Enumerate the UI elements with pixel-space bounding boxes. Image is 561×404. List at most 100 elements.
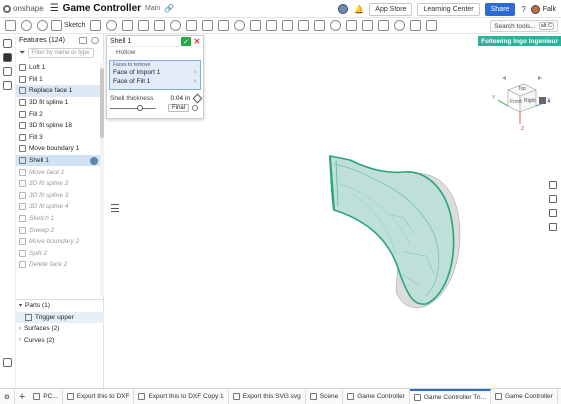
shell-thickness-input[interactable]: 0.04 in [170,95,190,102]
feature-item[interactable]: 3D fit spline 4 [16,201,100,213]
add-custom-feature-icon[interactable] [3,39,12,48]
curves-group[interactable]: › Curves (2) [16,335,104,347]
feature-item[interactable]: Loft 1 [16,62,100,74]
surface-icon[interactable] [378,20,390,31]
feature-item[interactable]: Move boundary 2 [16,236,100,248]
feature-item[interactable]: Delete face 2 [16,259,100,271]
configurations-icon[interactable] [3,67,12,76]
comments-icon[interactable] [3,53,12,62]
feature-list-collapse-icon[interactable] [79,36,87,44]
feature-item[interactable]: Fill 3 [16,132,100,144]
feature-item[interactable]: Move boundary 1 [16,143,100,155]
document-tab[interactable]: Scene [306,389,344,404]
feature-item[interactable]: Sketch 1 [16,213,100,225]
document-tab[interactable]: Export this to DXF [63,389,135,404]
boundary-icon[interactable] [410,20,422,31]
draft-icon[interactable] [202,20,214,31]
thickness-direction-icon[interactable] [192,93,203,104]
feature-filter-input[interactable]: Filter by name or type [28,47,95,58]
branch-label[interactable]: Main [145,5,160,12]
feature-item[interactable]: 3D fit spline 1 [16,97,100,109]
face-item[interactable]: Face of Fill 1 × [113,77,197,86]
document-tab[interactable]: Game Controller Tri... [409,389,492,404]
mirror-icon[interactable] [266,20,278,31]
learning-center-button[interactable]: Learning Center [417,2,480,16]
share-button[interactable]: Share [484,2,516,16]
properties-panel-icon[interactable] [549,195,557,203]
rotate-right-arrow-icon[interactable] [538,76,542,80]
search-tools-input[interactable]: Search tools... alt C [490,20,558,32]
help-circle-icon[interactable] [192,105,199,111]
chamfer-icon[interactable] [186,20,198,31]
measure-icon[interactable] [426,20,438,31]
helix-icon[interactable] [362,20,374,31]
bom-panel-icon[interactable] [549,209,557,217]
document-tab[interactable]: Game Controller [491,389,558,404]
feature-item[interactable]: 3D fit spline 18 [16,120,100,132]
mate-connector-icon[interactable] [346,20,358,31]
rotate-left-arrow-icon[interactable] [502,76,506,80]
add-tab-button[interactable]: + [15,391,29,403]
tab-bar-settings-icon[interactable]: ⚙ [0,389,15,404]
final-button[interactable]: Final [168,104,190,112]
history-icon[interactable] [3,81,12,90]
pattern-icon[interactable] [250,20,262,31]
thickness-slider-knob[interactable] [136,104,143,111]
hole-icon[interactable] [234,20,246,31]
fill-icon[interactable] [394,20,406,31]
faces-to-remove-box[interactable]: Faces to remove Face of Import 1 × Face … [109,60,201,90]
split-icon[interactable] [298,20,310,31]
feature-item[interactable]: Split 2 [16,248,100,260]
document-tab[interactable]: Game Controller [343,389,410,404]
revolve-icon[interactable] [106,20,118,31]
feature-item[interactable]: Replace face 1 [16,85,100,97]
face-item[interactable]: Face of Import 1 × [113,68,197,77]
user-menu[interactable]: Falk [530,4,556,14]
transform-icon[interactable] [314,20,326,31]
feature-item[interactable]: Sweep 2 [16,224,100,236]
feature-item[interactable]: 3D fit spline 3 [16,190,100,202]
parts-group[interactable]: ▾ Parts (1) [16,300,104,312]
sweep-icon[interactable] [122,20,134,31]
loft-icon[interactable] [138,20,150,31]
feature-item[interactable]: Shell 1 [16,154,100,167]
help-icon[interactable]: ? [521,5,525,14]
collaborator-avatar[interactable] [338,4,349,14]
shell-icon[interactable] [218,20,230,31]
feature-item[interactable]: Move face 1 [16,166,100,178]
view-options-icon[interactable]: ▾ [539,97,551,105]
settings-gear-icon[interactable] [3,358,12,367]
part-item[interactable]: Trigger upper [16,311,104,323]
document-tab[interactable]: Export this SVG.svg [229,389,306,404]
boolean-icon[interactable] [282,20,294,31]
thickness-slider-track[interactable] [110,104,156,111]
document-title[interactable]: Game Controller [63,3,141,14]
document-tab[interactable]: Export this to DXF Copy 1 [134,389,229,404]
feature-list-toggle-icon[interactable] [5,20,16,31]
rollback-history-icon[interactable] [91,36,99,44]
trigger-model[interactable] [329,155,461,308]
hollow-option[interactable]: Hollow [107,47,203,58]
feature-item[interactable]: Fill 1 [16,74,100,86]
feature-item[interactable]: 3D fit spline 2 [16,178,100,190]
mass-properties-icon[interactable] [549,223,557,231]
notification-bell-icon[interactable]: 🔔 [354,5,364,14]
plane-icon[interactable] [330,20,342,31]
cancel-x-button[interactable]: ✕ [193,37,201,46]
surfaces-group[interactable]: › Surfaces (2) [16,323,104,335]
extrude-icon[interactable] [90,20,102,31]
redo-icon[interactable] [37,20,48,31]
link-icon[interactable]: 🔗 [164,4,174,13]
appearance-panel-icon[interactable] [549,181,557,189]
confirm-check-button[interactable]: ✓ [181,37,191,46]
filter-funnel-icon[interactable]: ⏷ [19,48,25,58]
menu-icon[interactable]: ☰ [50,3,59,14]
remove-face-icon[interactable]: × [193,70,197,76]
document-tab[interactable]: PC... [29,389,63,404]
sketch-button[interactable]: Sketch [51,20,85,31]
app-store-button[interactable]: App Store [369,2,413,16]
thicken-icon[interactable] [154,20,166,31]
undo-icon[interactable] [21,20,32,31]
onshape-logo[interactable]: onshape [3,4,44,13]
fillet-icon[interactable] [170,20,182,31]
